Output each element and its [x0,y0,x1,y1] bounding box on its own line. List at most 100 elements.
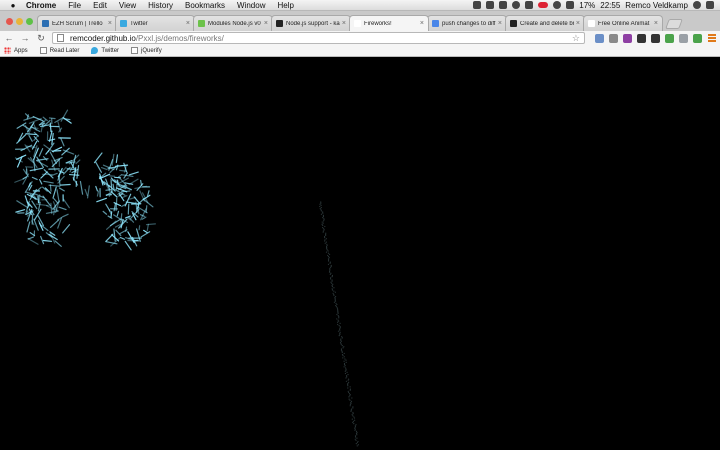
notification-center-icon[interactable] [706,1,714,9]
bookmark-label: Read Later [49,47,80,54]
favicon-icon [432,20,439,27]
extension-icon[interactable] [623,33,632,43]
new-tab-button[interactable] [665,19,683,29]
bookmark-star-icon[interactable]: ☆ [572,33,580,44]
falling-particle-trail [319,201,359,447]
trail-particle [344,370,346,372]
bookmark-read-later[interactable]: Read Later [39,47,80,54]
browser-tab[interactable]: push changes to diff × [427,15,507,31]
menu-help[interactable]: Help [271,1,299,10]
address-bar[interactable]: remcoder.github.io/Pxxl.js/demos/firewor… [52,32,585,44]
minimize-window-icon[interactable] [16,18,23,25]
browser-tab[interactable]: Free Online Animat × [583,15,663,31]
extension-icon[interactable] [665,33,674,43]
browser-tab[interactable]: Node.js support - ka × [271,15,351,31]
browser-tab[interactable]: Fireworks! × [349,15,429,31]
trail-particle [335,306,338,308]
window-icon[interactable] [499,1,508,9]
battery-percent[interactable]: 17% [579,1,595,10]
trail-particle [320,210,322,212]
trail-particle [353,416,355,418]
trail-particle [327,254,329,257]
trail-particle [341,353,344,356]
bluetooth-icon[interactable] [553,1,562,9]
notification-badge-icon[interactable] [538,2,549,8]
trail-particle [325,238,327,240]
particle-streak [27,237,39,245]
menu-edit[interactable]: Edit [87,1,113,10]
dropbox-icon[interactable] [473,1,482,9]
zoom-window-icon[interactable] [26,18,33,25]
close-tab-icon[interactable]: × [498,20,502,27]
browser-tab[interactable]: Modules Node.js v0 × [193,15,273,31]
particle-streak [124,240,132,251]
close-tab-icon[interactable]: × [576,20,580,27]
trail-particle [337,321,339,323]
menu-file[interactable]: File [62,1,87,10]
menu-app-name[interactable]: Chrome [20,1,62,10]
trail-particle [322,224,324,226]
menu-bookmarks[interactable]: Bookmarks [179,1,231,10]
time-machine-icon[interactable] [512,1,521,9]
volume-icon[interactable] [566,1,575,9]
particle-streak [69,167,73,173]
forward-button[interactable]: → [20,33,30,43]
trail-particle [349,395,351,397]
tab-title: push changes to diff [442,20,496,27]
trail-particle [327,252,330,254]
browser-tab[interactable]: Twitter × [115,15,195,31]
trail-particle [355,424,357,426]
close-tab-icon[interactable]: × [342,20,346,27]
extension-icon[interactable] [637,33,646,43]
extension-icon[interactable] [651,33,660,43]
browser-tab[interactable]: EZH Scrum | Trello × [37,15,117,31]
trail-particle [349,404,352,406]
extension-icon[interactable] [595,33,604,43]
trail-particle [349,394,351,396]
bookmark-label: Apps [14,47,28,54]
menu-window[interactable]: Window [231,1,271,10]
spotlight-icon[interactable] [693,1,701,9]
particle-streak [105,233,114,242]
trail-particle [329,278,332,280]
extension-icon[interactable] [609,33,618,43]
trail-particle [354,438,356,440]
close-tab-icon[interactable]: × [108,20,112,27]
trail-particle [349,389,351,391]
wifi-status-icon[interactable] [525,1,534,9]
browser-tab[interactable]: Create and delete br × [505,15,585,31]
tab-title: Free Online Animat [598,20,650,27]
trail-particle [343,362,346,365]
close-window-icon[interactable] [6,18,13,25]
trail-particle [331,279,333,281]
close-tab-icon[interactable]: × [420,20,424,27]
trail-particle [328,268,331,270]
extension-icon[interactable] [679,33,688,43]
back-button[interactable]: ← [4,33,14,43]
menu-history[interactable]: History [142,1,179,10]
particle-streak [26,221,31,233]
extension-icon[interactable] [693,33,702,43]
trail-particle [320,213,323,215]
bookmark-apps[interactable]: Apps [4,47,28,54]
trail-particle [335,304,337,307]
user-name[interactable]: Remco Veldkamp [625,1,688,10]
chrome-menu-icon[interactable] [708,34,716,42]
menu-view[interactable]: View [113,1,142,10]
close-tab-icon[interactable]: × [654,20,658,27]
reload-button[interactable]: ↻ [36,33,46,44]
trail-particle [329,269,331,271]
clock[interactable]: 22:55 [600,1,620,10]
apple-menu-icon[interactable]: ● [6,1,20,10]
screenshot-icon[interactable] [486,1,495,9]
close-tab-icon[interactable]: × [264,20,268,27]
close-tab-icon[interactable]: × [186,20,190,27]
particle-streak [116,210,120,217]
fireworks-canvas[interactable] [0,57,720,450]
trail-particle [353,417,356,419]
trail-particle [331,289,334,291]
bookmark-jquerify[interactable]: jQuerify [131,47,162,54]
trail-particle [352,411,354,414]
bookmark-twitter[interactable]: Twitter [91,47,119,54]
particle-streak [38,148,44,157]
